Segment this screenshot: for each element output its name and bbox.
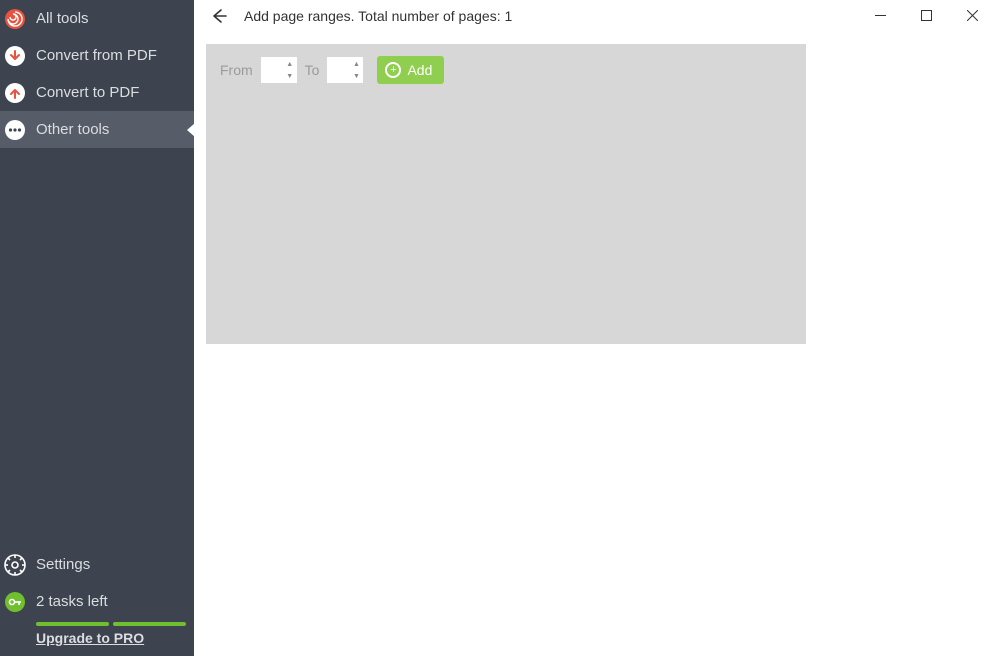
range-row: From ▲ ▼ To ▲ ▼ + Add bbox=[220, 56, 792, 84]
arrow-down-circle-icon bbox=[4, 45, 26, 67]
back-button[interactable] bbox=[206, 4, 230, 28]
maximize-button[interactable] bbox=[903, 0, 949, 30]
from-spin-down[interactable]: ▼ bbox=[284, 70, 296, 82]
sidebar-item-all-tools[interactable]: All tools bbox=[0, 0, 194, 37]
sidebar-item-convert-to-pdf[interactable]: Convert to PDF bbox=[0, 74, 194, 111]
sidebar-item-other-tools[interactable]: Other tools bbox=[0, 111, 194, 148]
sidebar-nav: All tools Convert from PDF Convert to PD… bbox=[0, 0, 194, 546]
from-spin-buttons: ▲ ▼ bbox=[284, 58, 296, 82]
upgrade-link[interactable]: Upgrade to PRO bbox=[0, 630, 194, 646]
spiral-icon bbox=[4, 8, 26, 30]
from-spin-up[interactable]: ▲ bbox=[284, 58, 296, 70]
sidebar-item-label: Other tools bbox=[36, 121, 109, 138]
progress-segment bbox=[113, 622, 186, 626]
main-area: Add page ranges. Total number of pages: … bbox=[194, 0, 995, 656]
window-controls bbox=[857, 0, 995, 30]
to-spin-down[interactable]: ▼ bbox=[350, 70, 362, 82]
sidebar-item-label: Convert to PDF bbox=[36, 84, 139, 101]
to-spinner: ▲ ▼ bbox=[327, 57, 363, 83]
arrow-left-icon bbox=[209, 7, 227, 25]
settings-label: Settings bbox=[36, 556, 90, 573]
arrow-up-circle-icon bbox=[4, 82, 26, 104]
sidebar-item-label: All tools bbox=[36, 10, 89, 27]
sidebar-item-tasks-left[interactable]: 2 tasks left bbox=[0, 583, 194, 620]
sidebar-item-label: Convert from PDF bbox=[36, 47, 157, 64]
minimize-icon bbox=[875, 10, 886, 21]
close-icon bbox=[967, 10, 978, 21]
to-spin-up[interactable]: ▲ bbox=[350, 58, 362, 70]
from-label: From bbox=[220, 62, 253, 78]
plus-circle-icon: + bbox=[385, 62, 401, 78]
close-button[interactable] bbox=[949, 0, 995, 30]
from-spinner: ▲ ▼ bbox=[261, 57, 297, 83]
dots-circle-icon bbox=[4, 119, 26, 141]
add-button[interactable]: + Add bbox=[377, 56, 444, 84]
tasks-progress bbox=[0, 620, 194, 630]
tasks-left-label: 2 tasks left bbox=[36, 593, 108, 610]
to-spin-buttons: ▲ ▼ bbox=[350, 58, 362, 82]
page-title: Add page ranges. Total number of pages: … bbox=[244, 8, 512, 24]
gear-icon bbox=[4, 554, 26, 576]
progress-segment bbox=[36, 622, 109, 626]
sidebar: All tools Convert from PDF Convert to PD… bbox=[0, 0, 194, 656]
key-circle-icon bbox=[4, 591, 26, 613]
to-label: To bbox=[305, 62, 320, 78]
sidebar-item-convert-from-pdf[interactable]: Convert from PDF bbox=[0, 37, 194, 74]
sidebar-item-settings[interactable]: Settings bbox=[0, 546, 194, 583]
page-range-panel: From ▲ ▼ To ▲ ▼ + Add bbox=[206, 44, 806, 344]
maximize-icon bbox=[921, 10, 932, 21]
minimize-button[interactable] bbox=[857, 0, 903, 30]
add-button-label: Add bbox=[407, 62, 432, 78]
sidebar-footer: Settings 2 tasks left Upgrade to PRO bbox=[0, 546, 194, 656]
